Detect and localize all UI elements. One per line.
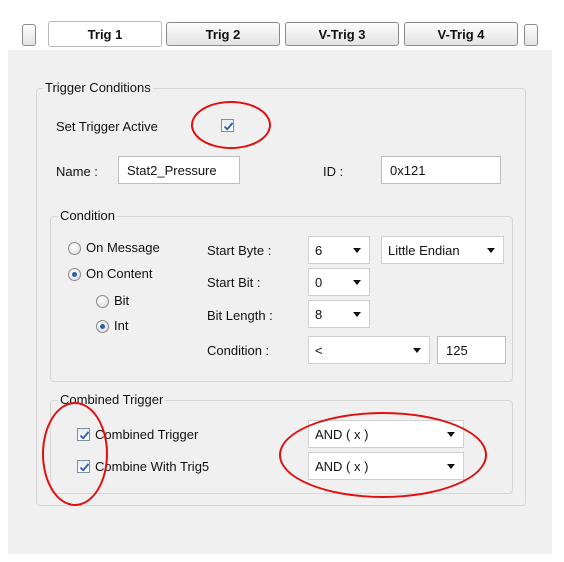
annotation-ellipse-set-active bbox=[191, 101, 271, 149]
tab-trig-1[interactable]: Trig 1 bbox=[48, 21, 162, 47]
on-message-radio[interactable] bbox=[68, 242, 81, 255]
bit-length-select[interactable]: 8 bbox=[308, 300, 370, 328]
name-field[interactable]: Stat2_Pressure bbox=[118, 156, 240, 184]
bit-length-label: Bit Length : bbox=[207, 308, 273, 323]
start-byte-value: 6 bbox=[315, 242, 323, 258]
condition-label: Condition : bbox=[207, 343, 270, 358]
int-label: Int bbox=[114, 318, 129, 333]
on-message-label: On Message bbox=[86, 240, 160, 255]
id-label: ID : bbox=[323, 164, 344, 179]
tab-scroll-left-button[interactable] bbox=[22, 24, 36, 46]
start-byte-select[interactable]: 6 bbox=[308, 236, 370, 264]
chevron-down-icon bbox=[353, 280, 361, 285]
combined-trigger-label: Combined Trigger bbox=[95, 427, 199, 442]
int-radio[interactable] bbox=[96, 320, 109, 333]
tab-v-trig-3[interactable]: V-Trig 3 bbox=[285, 22, 399, 46]
start-bit-label: Start Bit : bbox=[207, 275, 261, 290]
condition-legend: Condition bbox=[58, 208, 117, 223]
annotation-ellipse-combined-checkboxes bbox=[42, 402, 108, 506]
tab-trig-2[interactable]: Trig 2 bbox=[166, 22, 280, 46]
endian-value: Little Endian bbox=[388, 242, 460, 258]
bit-label: Bit bbox=[114, 293, 130, 308]
on-content-radio[interactable] bbox=[68, 268, 81, 281]
tab-v-trig-4[interactable]: V-Trig 4 bbox=[404, 22, 518, 46]
chevron-down-icon bbox=[353, 248, 361, 253]
trigger-conditions-legend: Trigger Conditions bbox=[43, 80, 153, 95]
start-bit-select[interactable]: 0 bbox=[308, 268, 370, 296]
on-content-label: On Content bbox=[86, 266, 153, 281]
condition-operator-select[interactable]: < bbox=[308, 336, 430, 364]
chevron-down-icon bbox=[413, 348, 421, 353]
start-byte-label: Start Byte : bbox=[207, 243, 272, 258]
start-bit-value: 0 bbox=[315, 274, 323, 290]
set-trigger-active-label: Set Trigger Active bbox=[56, 119, 158, 134]
id-field[interactable]: 0x121 bbox=[381, 156, 501, 184]
condition-operator-value: < bbox=[315, 342, 323, 358]
chevron-down-icon bbox=[353, 312, 361, 317]
annotation-ellipse-combined-ops bbox=[279, 412, 487, 498]
chevron-down-icon bbox=[487, 248, 495, 253]
condition-value-field[interactable]: 125 bbox=[437, 336, 506, 364]
tab-scroll-right-button[interactable] bbox=[524, 24, 538, 46]
bit-length-value: 8 bbox=[315, 306, 323, 322]
endian-select[interactable]: Little Endian bbox=[381, 236, 504, 264]
bit-radio[interactable] bbox=[96, 295, 109, 308]
name-label: Name : bbox=[56, 164, 98, 179]
combine-with-trig5-label: Combine With Trig5 bbox=[95, 459, 210, 474]
